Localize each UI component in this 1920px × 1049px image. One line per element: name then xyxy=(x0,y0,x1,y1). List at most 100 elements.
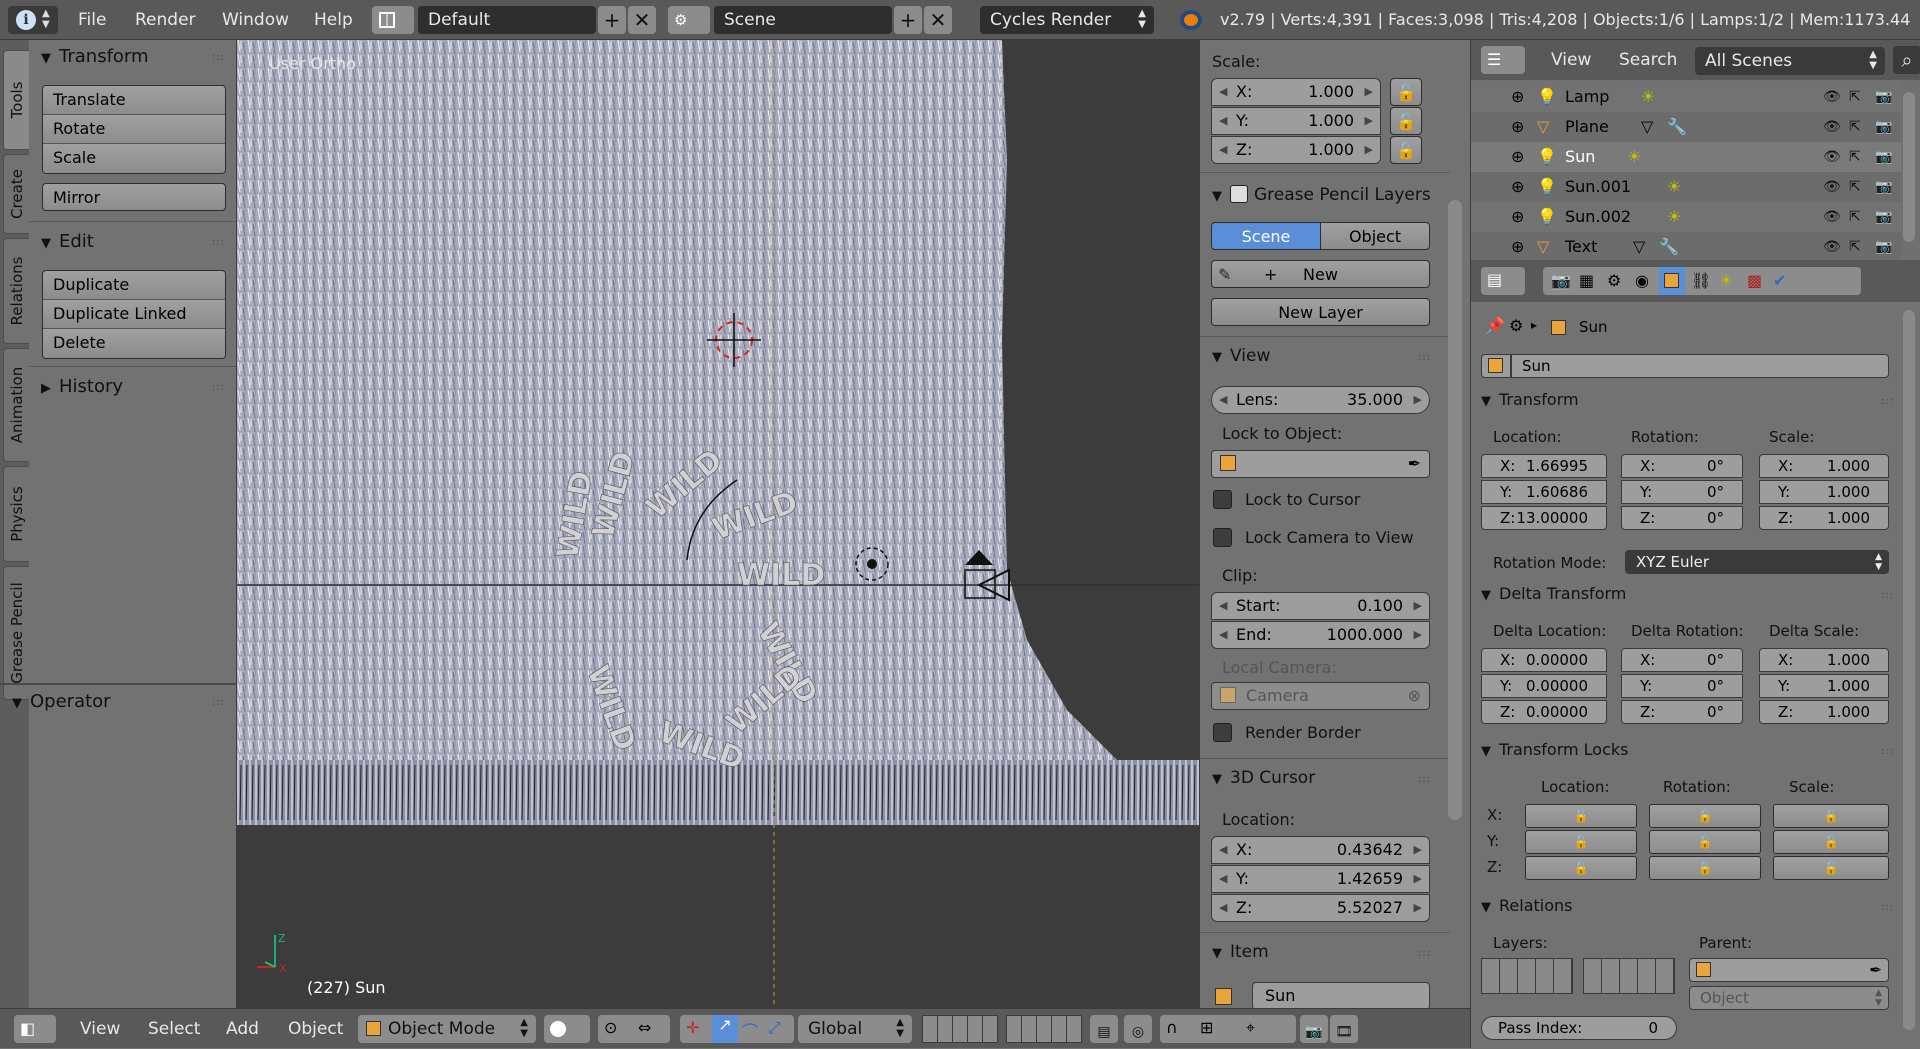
delta-transform-panel-header[interactable]: ▼ Delta Transform xyxy=(1481,584,1626,603)
lamp-data-tab-icon[interactable]: ☀ xyxy=(1719,271,1733,290)
editor-type-button[interactable]: ◧ xyxy=(14,1015,56,1043)
menu-window[interactable]: Window xyxy=(222,0,289,40)
cursor-y-field[interactable]: ◀ Y: 1.42659 ▶ xyxy=(1211,865,1430,893)
drag-grip-icon[interactable]: ::: xyxy=(1881,746,1894,757)
item-panel-header[interactable]: ▼ Item xyxy=(1212,942,1269,962)
lock-scale-z[interactable]: 🔓 xyxy=(1773,856,1889,880)
scene-button[interactable]: ⚙ xyxy=(668,6,710,34)
shading-dropdown[interactable] xyxy=(544,1015,590,1043)
gp-new-button[interactable]: ✎ + New xyxy=(1211,260,1430,288)
lock-layers-button[interactable]: ▤ xyxy=(1090,1015,1118,1043)
location-z-field[interactable]: Z: 13.00000 xyxy=(1481,506,1607,530)
scrollbar[interactable] xyxy=(1448,200,1462,820)
tab-relations[interactable]: Relations xyxy=(3,238,29,344)
object-tab-icon[interactable] xyxy=(1659,267,1685,295)
pin-icon[interactable]: 📌 xyxy=(1485,316,1505,335)
add-layout-button[interactable]: + xyxy=(598,6,626,34)
mirror-button[interactable]: Mirror xyxy=(42,183,226,211)
lock-scale-y-button[interactable]: 🔓 xyxy=(1390,107,1422,135)
location-x-field[interactable]: X: 1.66995 xyxy=(1481,454,1607,478)
scale-y-field[interactable]: ◀ Y: 1.000 ▶ xyxy=(1211,107,1381,135)
visibility-eye-icon[interactable]: 👁 xyxy=(1823,202,1841,232)
history-panel-header[interactable]: ▶ History xyxy=(41,376,123,397)
outliner-row-plane[interactable]: ⊕ ▽ Plane ▽ 🔧 👁 ⇱ 📷 xyxy=(1471,112,1901,142)
tab-physics[interactable]: Physics xyxy=(3,466,29,562)
lock-scale-y[interactable]: 🔓 xyxy=(1773,830,1889,854)
drag-grip-icon[interactable]: ::: xyxy=(1881,590,1894,601)
3d-viewport[interactable]: WILD WILD WILD WILD WILD WILD WILD WILD … xyxy=(237,40,1199,1008)
grease-pencil-panel-header[interactable]: ▼ Grease Pencil Layers xyxy=(1212,182,1431,205)
tab-create[interactable]: Create xyxy=(3,154,29,234)
render-animation-button[interactable]: 🎞 xyxy=(1330,1015,1358,1043)
scene-layers-grid-2[interactable] xyxy=(1006,1015,1082,1043)
select-arrow-icon[interactable]: ⇱ xyxy=(1849,232,1861,262)
outliner-editor-type-button[interactable]: ☰ xyxy=(1481,46,1525,74)
item-name-field[interactable]: Sun xyxy=(1252,982,1430,1010)
gp-object-tab[interactable]: Object xyxy=(1320,222,1430,250)
lock-location-x[interactable]: 🔓 xyxy=(1525,804,1637,828)
search-toggle-button[interactable]: ⌕ xyxy=(1893,46,1920,74)
outliner-row-sun-002[interactable]: ⊕ 💡 Sun.002 ☀ 👁 ⇱ 📷 xyxy=(1471,202,1901,232)
transform-panel-header[interactable]: ▼ Transform xyxy=(41,46,149,67)
screen-layout-button[interactable] xyxy=(372,6,414,34)
scene-layers-grid-1[interactable] xyxy=(922,1015,998,1043)
delta-rotation-x-field[interactable]: X: 0° xyxy=(1621,648,1743,672)
expand-plus-icon[interactable]: ⊕ xyxy=(1511,142,1524,172)
outliner-menu-view[interactable]: View xyxy=(1551,40,1591,80)
lock-scale-x-button[interactable]: 🔓 xyxy=(1390,78,1422,106)
lock-to-cursor-checkbox[interactable] xyxy=(1213,490,1232,509)
properties-scrollbar[interactable] xyxy=(1903,310,1915,1030)
scale-z-field[interactable]: ◀ Z: 1.000 ▶ xyxy=(1211,136,1381,164)
view-panel-header[interactable]: ▼ View xyxy=(1212,346,1270,366)
relations-panel-header[interactable]: ▼ Relations xyxy=(1481,896,1572,915)
layers-grid-1[interactable] xyxy=(1481,958,1573,994)
rotation-mode-dropdown[interactable]: XYZ Euler ▲ ▼ xyxy=(1625,550,1889,574)
gp-scene-tab[interactable]: Scene xyxy=(1211,222,1321,250)
layers-grid-2[interactable] xyxy=(1583,958,1675,994)
remove-layout-button[interactable]: ✕ xyxy=(628,6,656,34)
scale-button[interactable]: Scale xyxy=(43,144,225,173)
physics-tab-icon[interactable]: ✔ xyxy=(1773,271,1786,290)
outliner-row-text[interactable]: ⊕ ▽ Text ▽ 🔧 👁 ⇱ 📷 xyxy=(1471,232,1901,260)
add-scene-button[interactable]: + xyxy=(894,6,922,34)
manipulator-buttons[interactable]: ✛ ↗ ⌒ ⤢ xyxy=(680,1015,794,1043)
transform-panel-header[interactable]: ▼ Transform xyxy=(1481,390,1579,409)
outliner-scrollbar[interactable] xyxy=(1903,92,1915,242)
rotation-y-field[interactable]: Y: 0° xyxy=(1621,480,1743,504)
drag-grip-icon[interactable]: ::: xyxy=(1881,396,1894,407)
lock-camera-checkbox[interactable] xyxy=(1213,528,1232,547)
menu-view[interactable]: View xyxy=(80,1009,120,1049)
scene-tab-icon[interactable]: ⚙ xyxy=(1607,271,1621,290)
lock-scale-z-button[interactable]: 🔓 xyxy=(1390,136,1422,164)
location-y-field[interactable]: Y: 1.60686 xyxy=(1481,480,1607,504)
select-arrow-icon[interactable]: ⇱ xyxy=(1849,82,1861,112)
texture-tab-icon[interactable]: ▩ xyxy=(1747,271,1762,290)
lock-scale-x[interactable]: 🔓 xyxy=(1773,804,1889,828)
drag-grip-icon[interactable]: ::: xyxy=(212,382,225,393)
rotation-x-field[interactable]: X: 0° xyxy=(1621,454,1743,478)
parent-field[interactable]: ✒ xyxy=(1689,958,1889,982)
tab-animation[interactable]: Animation xyxy=(3,348,29,462)
render-engine-dropdown[interactable]: Cycles Render ▲ ▼ xyxy=(980,6,1154,34)
object-name-field[interactable]: Sun xyxy=(1511,354,1889,378)
render-camera-icon[interactable]: 📷 xyxy=(1875,142,1892,172)
expand-plus-icon[interactable]: ⊕ xyxy=(1511,172,1524,202)
rotation-z-field[interactable]: Z: 0° xyxy=(1621,506,1743,530)
delta-location-z-field[interactable]: Z: 0.00000 xyxy=(1481,700,1607,724)
drag-grip-icon[interactable]: ::: xyxy=(212,237,225,248)
delete-button[interactable]: Delete xyxy=(43,329,225,358)
mode-dropdown[interactable]: Object Mode ▲ ▼ xyxy=(358,1015,536,1043)
visibility-eye-icon[interactable]: 👁 xyxy=(1823,232,1841,262)
scale-y-field[interactable]: Y: 1.000 xyxy=(1759,480,1889,504)
tab-tools[interactable]: Tools xyxy=(3,50,29,150)
proportional-edit-button[interactable]: ◎ xyxy=(1124,1015,1152,1043)
menu-help[interactable]: Help xyxy=(314,0,353,40)
parent-type-dropdown[interactable]: Object ▲ ▼ xyxy=(1689,986,1889,1010)
outliner-row-lamp[interactable]: ⊕ 💡 Lamp ☀ 👁 ⇱ 📷 xyxy=(1471,82,1901,112)
drag-grip-icon[interactable]: ::: xyxy=(1418,948,1431,959)
select-arrow-icon[interactable]: ⇱ xyxy=(1849,112,1861,142)
expand-plus-icon[interactable]: ⊕ xyxy=(1511,232,1524,262)
drag-grip-icon[interactable]: ::: xyxy=(1418,352,1431,363)
lock-rotation-y[interactable]: 🔓 xyxy=(1649,830,1761,854)
remove-scene-button[interactable]: ✕ xyxy=(924,6,952,34)
